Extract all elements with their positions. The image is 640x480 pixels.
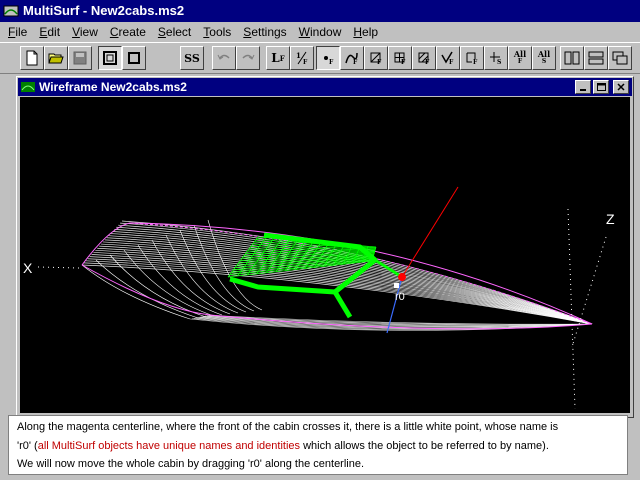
wireframe-scene[interactable]: X Z r0 <box>20 97 630 413</box>
tutorial-line-3: We will now move the whole cabin by drag… <box>17 458 365 470</box>
snake-tool-button[interactable]: F <box>364 46 388 70</box>
tutorial-line-1: Along the magenta centerline, where the … <box>17 421 559 433</box>
maximize-button[interactable] <box>593 80 609 94</box>
view-frame-button[interactable] <box>98 46 122 70</box>
point-icon: F <box>324 56 334 65</box>
minimize-button[interactable] <box>575 80 591 94</box>
all-subdivide-button[interactable]: All S <box>532 46 556 70</box>
close-button[interactable] <box>613 80 629 94</box>
svg-text:F: F <box>377 59 382 65</box>
wireframe-window-titlebar[interactable]: Wireframe New2cabs.ms2 <box>18 78 632 96</box>
cabin-red-control-point[interactable] <box>398 273 406 281</box>
all-fine-button[interactable]: All F <box>508 46 532 70</box>
menu-help[interactable]: Help <box>347 22 384 42</box>
relabel-tool-button[interactable]: F <box>436 46 460 70</box>
menu-bar: File Edit View Create Select Tools Setti… <box>0 22 640 42</box>
frame-square-icon <box>103 51 117 65</box>
tile-horizontal-button[interactable] <box>584 46 608 70</box>
check-arrow-icon: F <box>441 51 454 65</box>
maximize-icon <box>596 83 606 91</box>
multisurf-app-icon[interactable] <box>3 3 19 19</box>
tutorial-highlight: all MultiSurf objects have unique names … <box>37 439 301 452</box>
cabin-edge <box>332 290 353 319</box>
fraction-button[interactable]: 1F <box>290 46 314 70</box>
redo-arrow-icon <box>242 54 255 60</box>
fraction-slash-icon: 1F <box>296 51 308 65</box>
wireframe-window-icon[interactable] <box>21 80 35 94</box>
point-tool-button[interactable]: F <box>316 46 340 70</box>
close-icon <box>617 83 625 91</box>
open-folder-icon <box>48 53 64 64</box>
tile-horizontal-icon <box>588 51 604 65</box>
menu-window[interactable]: Window <box>293 22 348 42</box>
contour-grid-icon: F <box>418 52 430 65</box>
redo-button[interactable] <box>236 46 260 70</box>
svg-text:F: F <box>353 59 358 65</box>
minimize-icon <box>580 89 586 91</box>
x-axis-dotted <box>37 266 81 269</box>
svg-text:1: 1 <box>296 51 301 60</box>
contour-tool-button[interactable]: F <box>412 46 436 70</box>
undo-arrow-icon <box>217 54 230 60</box>
axes-guides <box>37 186 607 410</box>
svg-text:F: F <box>449 59 454 65</box>
surface-grid-icon: F <box>394 52 406 65</box>
svg-text:F: F <box>329 59 334 65</box>
open-file-button[interactable] <box>44 46 68 70</box>
surface-tool-button[interactable]: F <box>388 46 412 70</box>
snake-grid-icon: F <box>370 52 382 65</box>
svg-text:F: F <box>425 59 430 65</box>
tile-vertical-button[interactable] <box>560 46 584 70</box>
svg-text:S: S <box>497 59 501 65</box>
window-controls <box>575 80 629 94</box>
menu-file[interactable]: File <box>2 22 33 42</box>
axis-z-label: Z <box>606 211 615 227</box>
wireframe-viewport[interactable]: X Z r0 <box>20 97 630 413</box>
menu-create[interactable]: Create <box>104 22 152 42</box>
save-file-button[interactable] <box>68 46 92 70</box>
menu-settings[interactable]: Settings <box>237 22 292 42</box>
app-titlebar: MultiSurf - New2cabs.ms2 <box>0 0 640 22</box>
new-document-icon <box>26 50 38 66</box>
red-axis <box>401 186 459 278</box>
point-r0[interactable] <box>394 283 399 288</box>
axis-toggle-button[interactable]: S <box>484 46 508 70</box>
axis-x-label: X <box>23 260 33 276</box>
cascade-icon <box>612 51 628 65</box>
z-axis-dotted <box>567 208 576 410</box>
level-button[interactable]: LF <box>266 46 290 70</box>
curve-tool-button[interactable]: F <box>340 46 364 70</box>
menu-tools[interactable]: Tools <box>197 22 237 42</box>
cabin-line <box>245 252 375 254</box>
curve-icon: F <box>345 52 358 65</box>
app-title: MultiSurf - New2cabs.ms2 <box>23 3 185 18</box>
box-square-icon <box>128 52 140 64</box>
tutorial-caption: Along the magenta centerline, where the … <box>8 415 628 475</box>
undo-button[interactable] <box>212 46 236 70</box>
svg-text:F: F <box>473 59 478 65</box>
save-disk-icon <box>73 51 87 65</box>
axis-cross-icon: S <box>490 52 501 65</box>
hull-wireframe <box>81 219 593 331</box>
view-box-button[interactable] <box>122 46 146 70</box>
main-toolbar: SS LF 1F F F F F F F F S All F All S <box>0 42 640 74</box>
menu-view[interactable]: View <box>66 22 104 42</box>
z-axis-dotted <box>571 236 607 348</box>
menu-edit[interactable]: Edit <box>33 22 66 42</box>
menu-select[interactable]: Select <box>152 22 197 42</box>
ss-button[interactable]: SS <box>180 46 204 70</box>
svg-text:F: F <box>401 59 406 65</box>
cascade-windows-button[interactable] <box>608 46 632 70</box>
solid-box-icon: F <box>466 52 478 65</box>
new-file-button[interactable] <box>20 46 44 70</box>
tutorial-line-2: 'r0' (all MultiSurf objects have unique … <box>17 439 549 452</box>
solid-tool-button[interactable]: F <box>460 46 484 70</box>
svg-text:F: F <box>303 59 308 65</box>
point-r0-label: r0 <box>395 291 405 303</box>
tile-vertical-icon <box>564 51 580 65</box>
wireframe-window-title: Wireframe New2cabs.ms2 <box>39 80 187 94</box>
